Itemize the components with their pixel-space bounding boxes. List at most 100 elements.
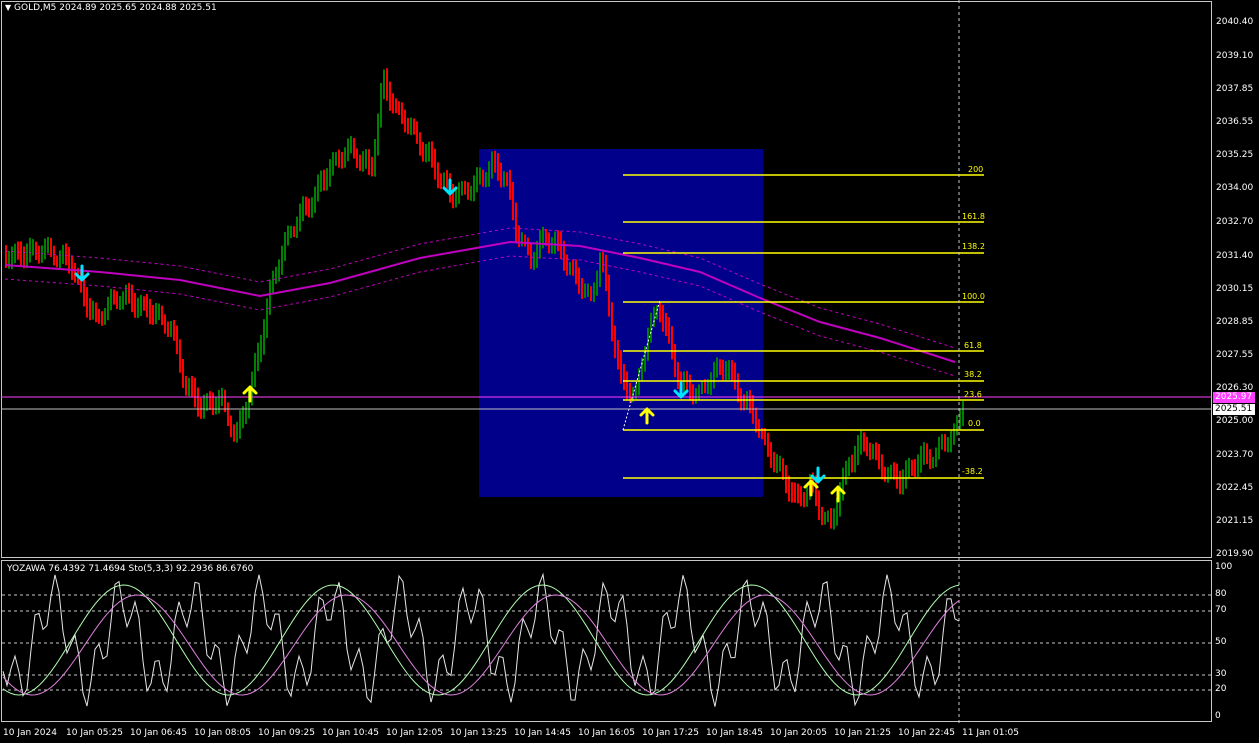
price-bar: [806, 485, 808, 507]
time-label: 10 Jan 21:25: [834, 728, 891, 738]
price-bar: [593, 282, 595, 302]
indicator-level: 30: [1215, 669, 1227, 679]
indicator-title: YOZAWA 76.4392 71.4694 Sto(5,3,3) 92.293…: [7, 564, 254, 574]
price-bar: [476, 167, 478, 193]
price-bar: [917, 454, 919, 477]
price-bar: [710, 372, 712, 396]
price-label: 2022.45: [1216, 483, 1254, 493]
price-bar: [452, 183, 454, 209]
price-bar: [866, 436, 868, 457]
time-label: 10 Jan 20:05: [770, 728, 827, 738]
price-bar: [194, 377, 196, 408]
indicator-level: 100: [1215, 562, 1233, 572]
price-bar: [485, 172, 487, 188]
price-bar: [830, 508, 832, 529]
price-bar: [203, 394, 205, 419]
price-bar: [281, 245, 283, 275]
price-bar: [125, 284, 127, 305]
price-bar: [107, 296, 109, 321]
price-bar: [35, 241, 37, 260]
indicator-level: 80: [1215, 589, 1227, 599]
price-bar: [572, 259, 574, 276]
price-bar: [380, 83, 382, 128]
price-bar: [368, 149, 370, 175]
price-bar: [785, 465, 787, 494]
fib-level-label: 61.8: [964, 341, 982, 350]
price-bar: [191, 375, 193, 398]
price-bar: [749, 390, 751, 414]
price-bar: [467, 182, 469, 200]
time-label: 10 Jan 12:05: [386, 728, 443, 738]
price-bar: [20, 241, 22, 267]
price-bar: [758, 419, 760, 438]
price-bar: [506, 172, 508, 187]
price-bar: [320, 170, 322, 192]
price-bar: [920, 445, 922, 473]
price-bar: [113, 289, 115, 305]
price-bar: [413, 118, 415, 135]
price-bar: [92, 300, 94, 320]
price-bar: [509, 169, 511, 200]
price-bar: [362, 151, 364, 172]
price-label: 2039.10: [1216, 51, 1254, 61]
price-bar: [854, 445, 856, 473]
price-bar: [494, 150, 496, 173]
price-bar: [152, 305, 154, 325]
price-bar: [158, 303, 160, 320]
price-bar: [521, 232, 523, 247]
symbol-title: ▼ GOLD,M5 2024.89 2025.65 2024.88 2025.5…: [5, 3, 217, 13]
price-bar: [668, 317, 670, 344]
price-bar: [584, 283, 586, 298]
price-bar: [200, 397, 202, 419]
price-bar: [425, 143, 427, 163]
price-bar: [803, 492, 805, 508]
price-bar: [239, 410, 241, 439]
price-bar: [677, 362, 679, 389]
price-bar: [896, 463, 898, 489]
price-bar: [122, 291, 124, 310]
price-bar: [590, 286, 592, 302]
price-bar: [53, 245, 55, 266]
price-bar: [299, 203, 301, 232]
time-label: 10 Jan 08:05: [194, 728, 251, 738]
price-bar: [893, 462, 895, 480]
price-bar: [644, 346, 646, 372]
price-bar: [293, 226, 295, 238]
time-label: 11 Jan 01:05: [962, 728, 1019, 738]
triangle-down-icon[interactable]: ▼: [5, 3, 11, 12]
price-bar: [767, 432, 769, 457]
price-bar: [371, 156, 373, 177]
price-bar: [872, 444, 874, 460]
price-bar: [137, 297, 139, 318]
price-label: 2028.85: [1216, 317, 1254, 327]
price-bar: [776, 454, 778, 474]
price-bar: [26, 243, 28, 269]
price-bar: [797, 483, 799, 504]
price-bar: [461, 181, 463, 196]
price-bar: [857, 435, 859, 465]
price-bar: [116, 291, 118, 310]
price-bar: [887, 467, 889, 483]
price-bar: [827, 510, 829, 523]
price-bar: [881, 454, 883, 480]
price-bar: [869, 442, 871, 461]
price-bar: [833, 508, 835, 530]
fib-level-label: 38.2: [964, 370, 982, 379]
chart-canvas[interactable]: [0, 0, 1259, 743]
price-bar: [878, 444, 880, 470]
price-bar: [392, 93, 394, 114]
time-label: 10 Jan 17:25: [642, 728, 699, 738]
price-bar: [410, 117, 412, 136]
price-bar: [533, 251, 535, 270]
price-bar: [923, 442, 925, 465]
price-bar: [146, 293, 148, 318]
arrow-down-icon: [442, 178, 458, 196]
price-bar: [134, 292, 136, 318]
time-label: 10 Jan 06:45: [130, 728, 187, 738]
price-bar: [62, 244, 64, 264]
price-bar: [65, 243, 67, 266]
price-bar: [218, 389, 220, 414]
price-label: 2027.55: [1216, 350, 1254, 360]
price-bar: [908, 457, 910, 479]
indicator-level: 50: [1215, 637, 1227, 647]
